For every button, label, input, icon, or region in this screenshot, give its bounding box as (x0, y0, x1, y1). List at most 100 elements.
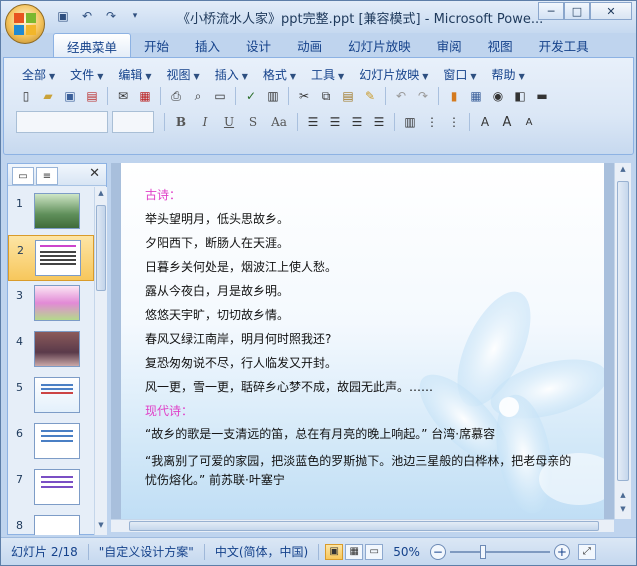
tab-animations[interactable]: 动画 (284, 33, 335, 57)
slide-thumbnail-4[interactable]: 4 (8, 327, 94, 373)
zoom-level[interactable]: 50% (383, 545, 430, 559)
undo-icon[interactable]: ↶ (391, 86, 411, 106)
change-case-button[interactable]: Aa (266, 112, 292, 132)
slide-thumbnail-3[interactable]: 3 (8, 281, 94, 327)
permission-icon[interactable]: ▤ (82, 86, 102, 106)
paste-icon[interactable]: ▤ (338, 86, 358, 106)
slides-tab-icon[interactable]: ▭ (12, 167, 34, 185)
tab-view[interactable]: 视图 (475, 33, 526, 57)
close-pane-icon[interactable]: ✕ (89, 166, 100, 181)
chart-icon[interactable]: ▮ (444, 86, 464, 106)
email-icon[interactable]: ✉ (113, 86, 133, 106)
align-right-icon[interactable]: ☰ (347, 112, 367, 132)
pdf-icon[interactable]: ▦ (135, 86, 155, 106)
align-left-icon[interactable]: ☰ (303, 112, 323, 132)
italic-button[interactable]: I (194, 112, 216, 132)
bullets-icon[interactable]: ⋮ (444, 112, 464, 132)
language-indicator[interactable]: 中文(简体，中国) (205, 543, 318, 560)
grow-font-icon[interactable]: A (497, 112, 517, 132)
bold-button[interactable]: B (170, 112, 192, 132)
scroll-up-icon[interactable]: ▲ (96, 189, 106, 201)
tab-insert[interactable]: 插入 (182, 33, 233, 57)
menu-file[interactable]: 文件 ▼ (64, 64, 112, 85)
open-icon[interactable]: ▰ (38, 86, 58, 106)
slide-size-icon[interactable]: ▬ (532, 86, 552, 106)
research-icon[interactable]: ▥ (263, 86, 283, 106)
tab-classic-menu[interactable]: 经典菜单 (53, 33, 132, 57)
print-preview-icon[interactable]: ⌕ (188, 86, 208, 106)
slide-thumbnail-7[interactable]: 7 (8, 465, 94, 511)
tab-review[interactable]: 审阅 (424, 33, 475, 57)
slide-canvas[interactable]: 古诗： 举头望明月，低头思故乡。 夕阳西下，断肠人在天涯。 日暮乡关何处是，烟波… (121, 163, 604, 519)
previous-slide-icon[interactable]: ▲ (618, 491, 628, 503)
thumbnail-scrollbar[interactable]: ▲ ▼ (94, 187, 107, 535)
menu-help[interactable]: 帮助 ▼ (486, 64, 534, 85)
tab-design[interactable]: 设计 (233, 33, 284, 57)
editor-horizontal-scrollbar[interactable] (111, 519, 614, 532)
shrink-font-icon[interactable]: A (519, 112, 539, 132)
tab-slideshow[interactable]: 幻灯片放映 (335, 33, 424, 57)
normal-view-icon[interactable]: ▣ (325, 543, 344, 560)
font-name-combo[interactable] (16, 111, 108, 133)
scroll-thumb[interactable] (96, 205, 106, 291)
tab-home[interactable]: 开始 (131, 33, 182, 57)
theme-name[interactable]: "自定义设计方案" (89, 543, 204, 560)
print-icon[interactable]: ⎙ (166, 86, 186, 106)
spelling-icon[interactable]: ✓ (241, 86, 261, 106)
menu-insert[interactable]: 插入 ▼ (209, 64, 257, 85)
menu-window[interactable]: 窗口 ▼ (437, 64, 485, 85)
scroll-down-icon[interactable]: ▼ (96, 521, 106, 533)
shadow-button[interactable]: S (242, 112, 264, 132)
clipart-icon[interactable]: ◉ (488, 86, 508, 106)
minimize-button[interactable]: ─ (538, 2, 564, 20)
slide-thumbnail-5[interactable]: 5 (8, 373, 94, 419)
slideshow-view-icon[interactable]: ▭ (365, 543, 384, 560)
copy-icon[interactable]: ⧉ (316, 86, 336, 106)
scroll-up-icon[interactable]: ▲ (618, 165, 628, 177)
layout-icon[interactable]: ▭ (210, 86, 230, 106)
zoom-in-icon[interactable]: + (553, 543, 570, 560)
zoom-out-icon[interactable]: − (429, 543, 446, 560)
columns-icon[interactable]: ▥ (400, 112, 420, 132)
redo-icon[interactable]: ↷ (101, 7, 121, 25)
slide-sorter-icon[interactable]: ▦ (345, 543, 364, 560)
next-slide-icon[interactable]: ▼ (618, 505, 628, 517)
slide-thumbnail-2[interactable]: 2 (8, 235, 94, 281)
scroll-thumb[interactable] (617, 181, 629, 481)
menu-edit[interactable]: 编辑 ▼ (112, 64, 160, 85)
font-color-icon[interactable]: A (475, 112, 495, 132)
slide-text-box[interactable]: 古诗： 举头望明月，低头思故乡。 夕阳西下，断肠人在天涯。 日暮乡关何处是，烟波… (145, 183, 575, 490)
close-button[interactable]: ✕ (590, 2, 632, 20)
zoom-slider-thumb[interactable] (479, 544, 486, 559)
zoom-slider[interactable] (449, 544, 550, 559)
menu-slideshow[interactable]: 幻灯片放映 ▼ (353, 64, 437, 85)
justify-icon[interactable]: ☰ (369, 112, 389, 132)
save-icon[interactable]: ▣ (53, 7, 73, 25)
new-icon[interactable]: ▯ (16, 86, 36, 106)
align-center-icon[interactable]: ☰ (325, 112, 345, 132)
scroll-thumb[interactable] (129, 521, 599, 531)
color-grayscale-icon[interactable]: ◧ (510, 86, 530, 106)
slide-thumbnail-6[interactable]: 6 (8, 419, 94, 465)
font-size-combo[interactable] (112, 111, 154, 133)
tab-developer[interactable]: 开发工具 (526, 33, 602, 57)
menu-tools[interactable]: 工具 ▼ (305, 64, 353, 85)
undo-icon[interactable]: ↶ (77, 7, 97, 25)
format-painter-icon[interactable]: ✎ (360, 86, 380, 106)
save-icon[interactable]: ▣ (60, 86, 80, 106)
maximize-button[interactable]: □ (564, 2, 590, 20)
editor-vertical-scrollbar[interactable]: ▲ ▲ ▼ (614, 163, 631, 519)
outline-tab-icon[interactable]: ≡ (36, 167, 58, 185)
menu-all[interactable]: 全部 ▼ (16, 64, 64, 85)
slide-thumbnail-1[interactable]: 1 (8, 189, 94, 235)
numbering-icon[interactable]: ⋮ (422, 112, 442, 132)
fit-to-window-icon[interactable]: ⤢ (577, 543, 596, 560)
redo-icon[interactable]: ↷ (413, 86, 433, 106)
office-button[interactable] (5, 4, 45, 44)
table-icon[interactable]: ▦ (466, 86, 486, 106)
menu-view[interactable]: 视图 ▼ (161, 64, 209, 85)
customize-qat-icon[interactable]: ▾ (125, 7, 145, 25)
menu-format[interactable]: 格式 ▼ (257, 64, 305, 85)
underline-button[interactable]: U (218, 112, 240, 132)
cut-icon[interactable]: ✂ (294, 86, 314, 106)
